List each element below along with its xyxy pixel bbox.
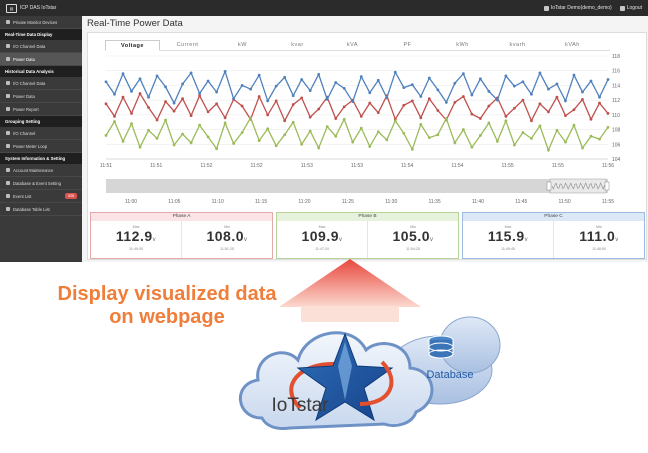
product-name: IoTstar	[271, 395, 329, 416]
database-icon	[428, 335, 454, 359]
iotstar-cloud-graphic: Database IoTstar	[239, 316, 501, 430]
database-label: Database	[426, 369, 473, 381]
